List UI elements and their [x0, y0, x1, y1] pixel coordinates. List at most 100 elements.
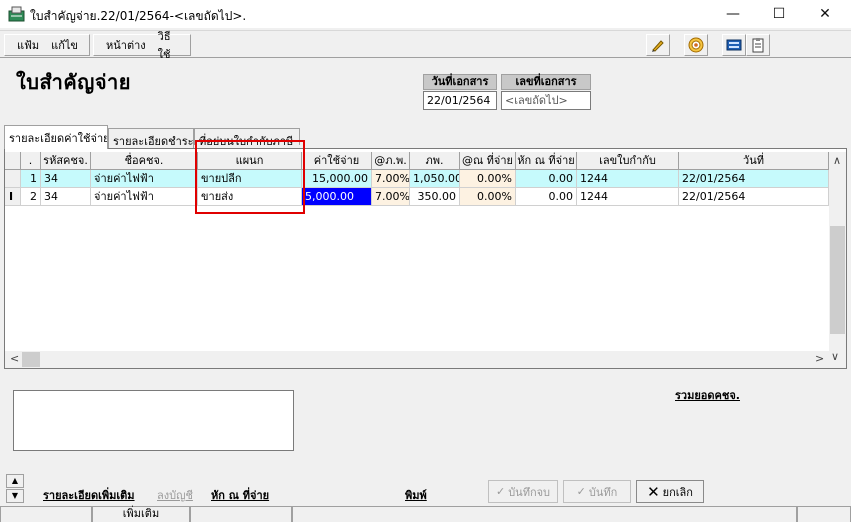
table-cell-date[interactable]: 22/01/2564 [679, 188, 829, 206]
spin-down-button[interactable]: ▼ [6, 489, 24, 503]
app-window: ใบสำคัญจ่าย.22/01/2564-<เลขถัดไป>. — ☐ ✕… [0, 0, 851, 522]
menu-help[interactable]: วิธีใช้ [158, 27, 178, 63]
table-cell-name[interactable]: จ่ายค่าไฟฟ้า [91, 188, 198, 206]
menu-edit[interactable]: แก้ไข [51, 36, 78, 54]
app-icon [8, 6, 25, 22]
target-icon [688, 37, 704, 53]
table-cell-date[interactable]: 22/01/2564 [679, 170, 829, 188]
table-cell-invoice[interactable]: 1244 [577, 170, 679, 188]
minimize-icon: — [726, 6, 740, 22]
pen-button[interactable] [646, 34, 670, 56]
scroll-right-icon[interactable]: > [815, 352, 824, 365]
col-header-wht-rate[interactable]: @ณ ที่จ่าย [460, 152, 516, 170]
menu-group-window: หน้าต่าง วิธีใช้ [93, 30, 191, 61]
memo-textbox[interactable] [13, 390, 294, 451]
withholding-tax-link[interactable]: หัก ณ ที่จ่าย [211, 486, 269, 504]
status-pane-add: เพิ่มเติม [92, 506, 190, 522]
table-cell-name[interactable]: จ่ายค่าไฟฟ้า [91, 170, 198, 188]
expense-grid: . รหัสคชจ. ชื่อคชจ. แผนก ค่าใช้จ่าย @ภ.พ… [4, 148, 847, 369]
doc-date-field[interactable]: 22/01/2564 [423, 91, 497, 110]
horizontal-scroll-thumb[interactable] [22, 352, 40, 367]
doc-date-label: วันที่เอกสาร [423, 74, 497, 90]
down-arrow-icon: ▼ [11, 491, 19, 500]
scroll-up-icon[interactable]: ∧ [833, 154, 841, 167]
col-header-wht[interactable]: หัก ณ ที่จ่าย [516, 152, 577, 170]
table-cell-code[interactable]: 34 [41, 188, 91, 206]
scroll-down-icon[interactable]: ∨ [831, 350, 839, 363]
horizontal-scrollbar[interactable]: < > ∨ [5, 350, 846, 368]
row-indicator[interactable] [5, 170, 21, 188]
table-cell-amount[interactable]: 15,000.00 [302, 170, 372, 188]
x-icon: ✕ [647, 482, 660, 501]
col-header-vat[interactable]: ภพ. [410, 152, 460, 170]
page-title: ใบสำคัญจ่าย [16, 70, 131, 94]
table-cell-wht-rate[interactable]: 0.00% [460, 170, 516, 188]
col-header-date[interactable]: วันที่ [679, 152, 829, 170]
tab-expense-detail[interactable]: รายละเอียดค่าใช้จ่าย [4, 125, 108, 149]
vertical-scroll-thumb[interactable] [830, 226, 845, 334]
save-button[interactable]: ✓ บันทึก [563, 480, 631, 503]
menu-group-file: แฟ้ม แก้ไข [4, 34, 90, 56]
save-close-label: บันทึกจบ [508, 485, 551, 499]
calculator-button[interactable] [722, 34, 746, 56]
col-header-invoice[interactable]: เลขใบกำกับ [577, 152, 679, 170]
menu-file[interactable]: แฟ้ม [17, 36, 39, 54]
table-cell-no[interactable]: 2 [21, 188, 41, 206]
clipboard-button[interactable] [746, 34, 770, 56]
status-pane-3 [190, 506, 292, 522]
save-close-button[interactable]: ✓ บันทึกจบ [488, 480, 558, 503]
table-cell-vat[interactable]: 1,050.00 [410, 170, 460, 188]
calculator-icon [726, 39, 742, 51]
title-bar: ใบสำคัญจ่าย.22/01/2564-<เลขถัดไป>. — ☐ ✕ [0, 0, 851, 28]
maximize-icon: ☐ [772, 6, 786, 22]
table-cell-wht-rate[interactable]: 0.00% [460, 188, 516, 206]
sum-expense-link[interactable]: รวมยอดคชจ. [675, 386, 740, 404]
menu-window[interactable]: หน้าต่าง [106, 36, 146, 54]
status-pane-4 [292, 506, 797, 522]
post-account-link[interactable]: ลงบัญชี [157, 486, 193, 504]
more-detail-link[interactable]: รายละเอียดเพิ่มเติม [43, 486, 135, 504]
maximize-button[interactable]: ☐ [756, 0, 802, 28]
col-header-dept[interactable]: แผนก [198, 152, 302, 170]
col-header-vat-rate[interactable]: @ภ.พ. [372, 152, 410, 170]
row-indicator-header [5, 152, 21, 170]
col-header-no[interactable]: . [21, 152, 41, 170]
table-cell-vat-rate[interactable]: 7.00% [372, 188, 410, 206]
print-link[interactable]: พิมพ์ [405, 486, 427, 504]
table-cell-amount-editing[interactable]: 5,000.00 [302, 188, 372, 206]
col-header-code[interactable]: รหัสคชจ. [41, 152, 91, 170]
table-cell-no[interactable]: 1 [21, 170, 41, 188]
table-cell-vat-rate[interactable]: 7.00% [372, 170, 410, 188]
table-cell-code[interactable]: 34 [41, 170, 91, 188]
table-cell-dept[interactable]: ขายปลีก [198, 170, 302, 188]
vertical-scrollbar[interactable]: ∧ [829, 152, 846, 351]
doc-no-field[interactable]: <เลขถัดไป> [501, 91, 591, 110]
pen-icon [652, 40, 664, 52]
close-icon: ✕ [819, 6, 831, 22]
close-button[interactable]: ✕ [802, 0, 848, 28]
col-header-amount[interactable]: ค่าใช้จ่าย [302, 152, 372, 170]
table-cell-wht[interactable]: 0.00 [516, 188, 577, 206]
target-button[interactable] [684, 34, 708, 56]
check-icon: ✓ [495, 485, 506, 498]
clipboard-icon [752, 38, 764, 53]
status-pane-1 [0, 506, 92, 522]
cancel-button[interactable]: ✕ ยกเลิก [636, 480, 704, 503]
up-arrow-icon: ▲ [11, 476, 19, 485]
status-pane-5 [797, 506, 851, 522]
doc-no-label: เลขที่เอกสาร [501, 74, 591, 90]
scroll-left-icon[interactable]: < [10, 352, 19, 365]
tab-invoice-address[interactable]: ที่อยู่บนใบกำกับภาษี [194, 128, 300, 145]
save-label: บันทึก [588, 485, 618, 499]
table-cell-vat[interactable]: 350.00 [410, 188, 460, 206]
check-icon: ✓ [576, 485, 586, 498]
tab-payment-detail[interactable]: รายละเอียดชำระ [108, 128, 194, 148]
table-cell-dept[interactable]: ขายส่ง [198, 188, 302, 206]
menu-bar: แฟ้ม แก้ไข หน้าต่าง วิธีใช้ [0, 30, 851, 61]
table-cell-wht[interactable]: 0.00 [516, 170, 577, 188]
table-cell-invoice[interactable]: 1244 [577, 188, 679, 206]
row-edit-indicator[interactable]: I [5, 188, 21, 206]
minimize-button[interactable]: — [710, 0, 756, 28]
spin-up-button[interactable]: ▲ [6, 474, 24, 488]
col-header-name[interactable]: ชื่อคชจ. [91, 152, 198, 170]
